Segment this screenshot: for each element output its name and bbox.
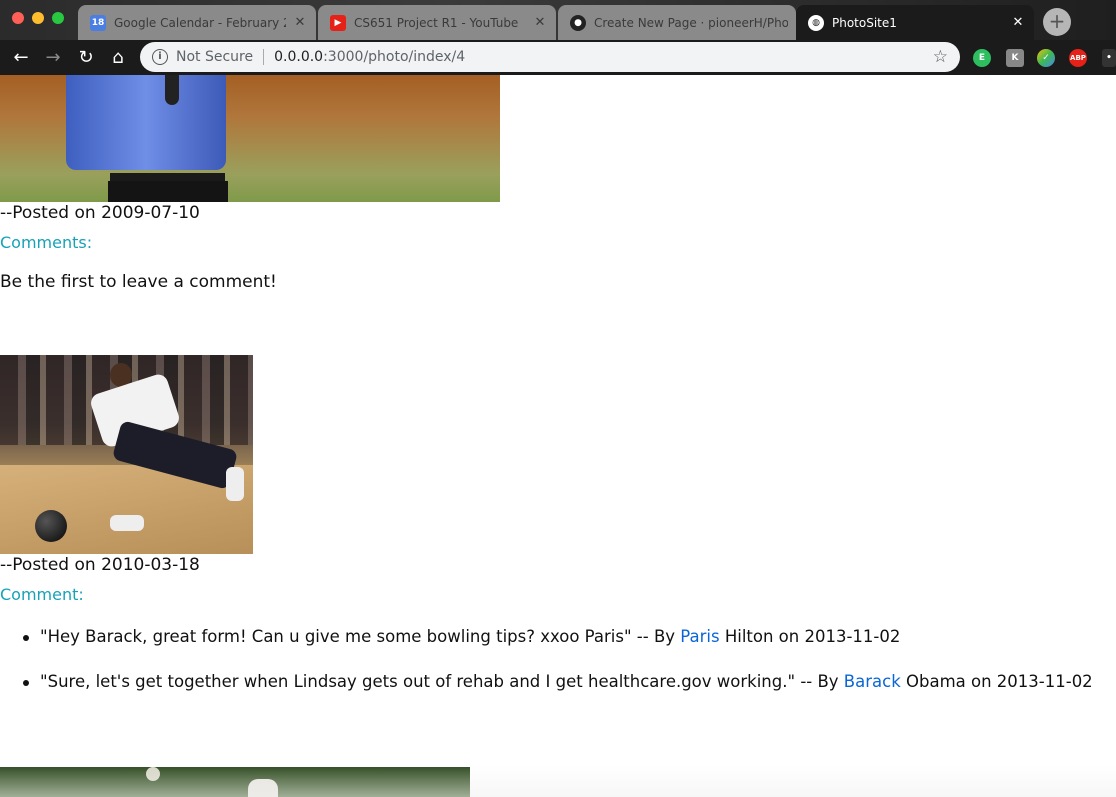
window-minimize-button[interactable] — [32, 12, 44, 24]
tab-github[interactable]: ● Create New Page · pioneerH/Pho — [558, 5, 796, 40]
comment-item: "Sure, let's get together when Lindsay g… — [20, 672, 1093, 717]
security-label: Not Secure — [176, 49, 254, 65]
tab-google-calendar[interactable]: 18 Google Calendar - February 2020 ✕ — [78, 5, 316, 40]
comment-text: "Hey Barack, great form! Can u give me s… — [40, 627, 681, 646]
url-host: 0.0.0.0 — [274, 49, 324, 65]
tab-title: Create New Page · pioneerH/Pho — [594, 15, 788, 30]
comment-author-link[interactable]: Paris — [680, 627, 719, 646]
browser-toolbar: ← → ↻ ⌂ i Not Secure 0.0.0.0:3000/photo/… — [0, 40, 1116, 75]
comments-heading: Comment: — [0, 585, 84, 604]
globe-icon: ◍ — [808, 14, 824, 31]
reload-button[interactable]: ↻ — [73, 45, 99, 71]
comment-meta: Hilton on 2013-11-02 — [719, 627, 901, 646]
photo-image — [0, 75, 500, 202]
photo-detail — [146, 767, 160, 781]
tab-strip: 18 Google Calendar - February 2020 ✕ ▶ C… — [0, 0, 1116, 40]
comment-item: "Hey Barack, great form! Can u give me s… — [20, 627, 1093, 672]
photo-detail — [165, 75, 179, 105]
comment-text: "Sure, let's get together when Lindsay g… — [40, 672, 844, 691]
photo-detail — [248, 779, 278, 797]
tab-title: CS651 Project R1 - YouTube — [354, 15, 519, 30]
tab-title: Google Calendar - February 2020 — [114, 15, 286, 30]
forward-button[interactable]: → — [40, 45, 66, 71]
url-path: :3000/photo/index/4 — [323, 49, 466, 65]
url-text[interactable]: 0.0.0.0:3000/photo/index/4 — [274, 49, 933, 65]
tab-photosite[interactable]: ◍ PhotoSite1 ✕ — [796, 5, 1034, 40]
photo-detail — [226, 467, 244, 501]
new-tab-button[interactable]: + — [1043, 8, 1071, 36]
photo-image — [0, 355, 253, 554]
k-extension-icon[interactable]: K — [1006, 49, 1024, 67]
evernote-extension-icon[interactable]: E — [973, 49, 991, 67]
posted-date: --Posted on 2010-03-18 — [0, 555, 200, 575]
info-icon[interactable]: i — [152, 49, 168, 65]
checker-extension-icon[interactable]: ✓ — [1037, 49, 1055, 67]
misc-extension-icon[interactable]: • — [1102, 49, 1116, 67]
close-icon[interactable]: ✕ — [292, 15, 308, 31]
page-content: --Posted on 2009-07-10 Comments: Be the … — [0, 75, 1116, 797]
comment-meta: Obama on 2013-11-02 — [900, 672, 1093, 691]
address-bar[interactable]: i Not Secure 0.0.0.0:3000/photo/index/4 … — [140, 42, 960, 72]
window-close-button[interactable] — [12, 12, 24, 24]
posted-date: --Posted on 2009-07-10 — [0, 203, 200, 223]
tab-youtube[interactable]: ▶ CS651 Project R1 - YouTube ✕ — [318, 5, 556, 40]
youtube-icon: ▶ — [330, 14, 346, 31]
close-icon[interactable]: ✕ — [532, 15, 548, 31]
photo-detail — [66, 75, 226, 170]
photo-detail — [110, 515, 144, 531]
close-icon[interactable]: ✕ — [1010, 15, 1026, 31]
bookmark-star-icon[interactable]: ☆ — [933, 47, 948, 67]
photo-image — [0, 767, 470, 797]
back-button[interactable]: ← — [8, 45, 34, 71]
omnibox-divider — [263, 49, 265, 65]
adblock-extension-icon[interactable]: ABP — [1069, 49, 1087, 67]
home-button[interactable]: ⌂ — [105, 45, 131, 71]
window-zoom-button[interactable] — [52, 12, 64, 24]
github-icon: ● — [570, 14, 586, 31]
photo-detail — [35, 510, 67, 542]
calendar-icon: 18 — [90, 14, 106, 31]
empty-comments-message: Be the first to leave a comment! — [0, 272, 277, 292]
photo-detail — [108, 181, 228, 202]
comment-list: "Hey Barack, great form! Can u give me s… — [20, 627, 1093, 717]
tab-title: PhotoSite1 — [832, 15, 897, 30]
comments-heading: Comments: — [0, 233, 93, 252]
comment-author-link[interactable]: Barack — [844, 672, 901, 691]
